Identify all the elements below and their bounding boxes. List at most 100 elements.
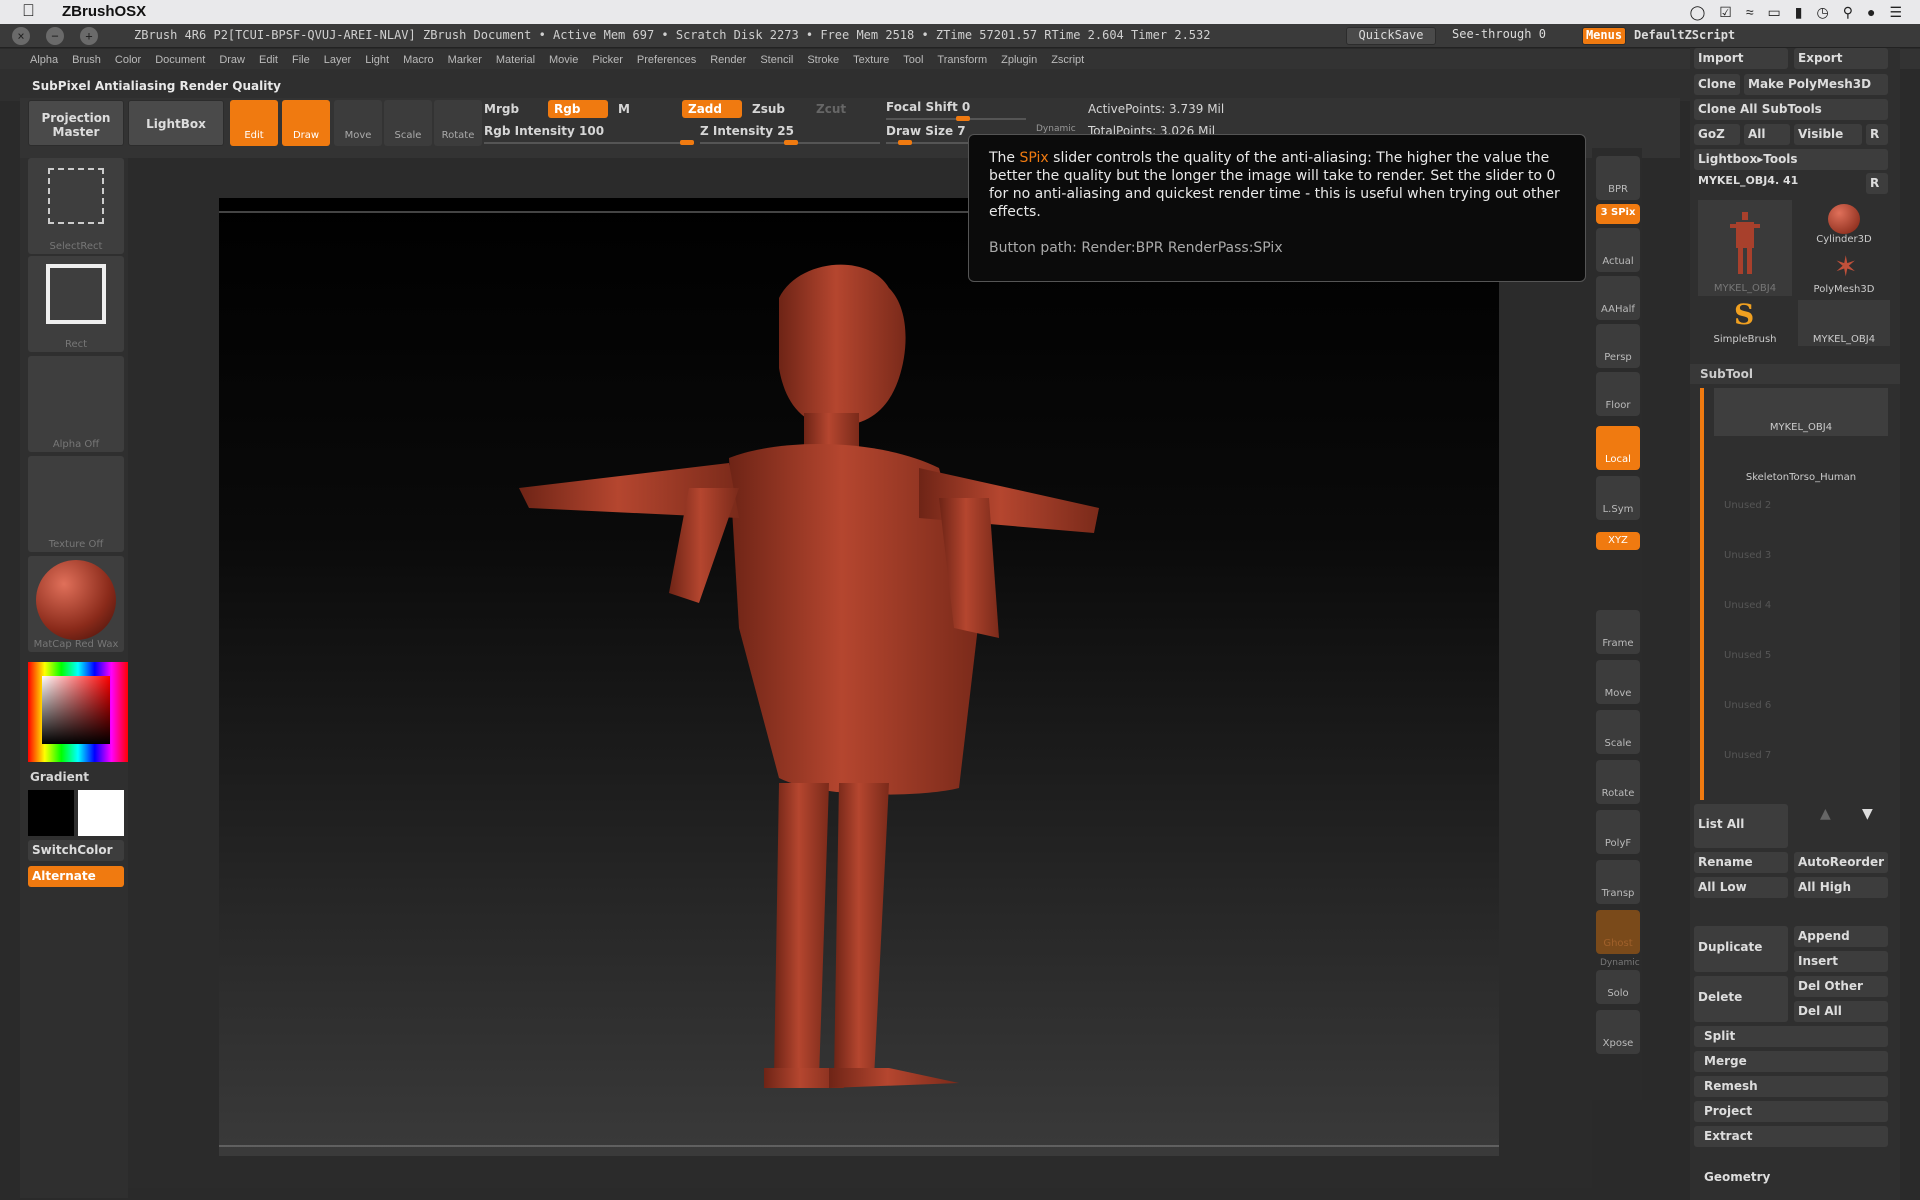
rgb-intensity-slider[interactable] xyxy=(484,140,694,145)
clone-all-subtools-button[interactable]: Clone All SubTools xyxy=(1694,99,1888,120)
append-button[interactable]: Append xyxy=(1794,926,1888,947)
list-icon[interactable]: ☰ xyxy=(1889,4,1902,21)
app-name[interactable]: ZBrushOSX xyxy=(62,3,146,20)
persp-button[interactable]: Persp xyxy=(1596,324,1640,368)
split-button[interactable]: Split xyxy=(1694,1026,1888,1047)
menu-file[interactable]: File xyxy=(292,54,310,66)
sculpted-character[interactable] xyxy=(219,198,1499,1156)
menu-zscript[interactable]: Zscript xyxy=(1051,54,1084,66)
arrow-up-icon[interactable]: ▲ xyxy=(1820,806,1831,822)
tool-thumb-cylinder[interactable]: Cylinder3D xyxy=(1798,200,1890,246)
insert-button[interactable]: Insert xyxy=(1794,951,1888,972)
menu-alpha[interactable]: Alpha xyxy=(30,54,58,66)
xpose-button[interactable]: Xpose xyxy=(1596,1010,1640,1054)
switch-color-button[interactable]: SwitchColor xyxy=(28,840,124,861)
m-button[interactable]: M xyxy=(618,102,630,116)
secondary-color-swatch[interactable] xyxy=(78,790,124,836)
merge-button[interactable]: Merge xyxy=(1694,1051,1888,1072)
subtool-scrollbar[interactable] xyxy=(1700,388,1704,800)
spix-slider[interactable]: 3 SPix xyxy=(1596,204,1640,224)
zadd-button[interactable]: Zadd xyxy=(682,100,742,118)
visible-button[interactable]: Visible xyxy=(1794,124,1862,145)
rect-stroke[interactable]: Rect xyxy=(28,256,124,352)
all-high-button[interactable]: All High xyxy=(1794,877,1888,898)
import-button[interactable]: Import xyxy=(1694,48,1788,69)
texture-slot[interactable]: Texture Off xyxy=(28,456,124,552)
subtool-item[interactable]: Unused 3 xyxy=(1714,550,1888,598)
siri-icon[interactable]: ● xyxy=(1867,4,1875,21)
rgb-button[interactable]: Rgb xyxy=(548,100,608,118)
edit-button[interactable]: Edit xyxy=(230,100,278,146)
tool-r-button[interactable]: R xyxy=(1866,173,1888,194)
scale-button[interactable]: Scale xyxy=(384,100,432,146)
bpr-button[interactable]: BPR xyxy=(1596,156,1640,200)
menu-macro[interactable]: Macro xyxy=(403,54,434,66)
subtool-header[interactable]: SubTool xyxy=(1690,364,1900,384)
apple-icon[interactable]:  xyxy=(22,1,35,21)
solo-button[interactable]: Solo xyxy=(1596,970,1640,1004)
projection-master-button[interactable]: Projection Master xyxy=(28,100,124,146)
xyz-button[interactable]: XYZ xyxy=(1596,532,1640,550)
slider-knob[interactable] xyxy=(784,140,798,145)
tool-thumb-polymesh[interactable]: ✶ PolyMesh3D xyxy=(1798,250,1890,296)
goz-button[interactable]: GoZ xyxy=(1694,124,1740,145)
menu-movie[interactable]: Movie xyxy=(549,54,578,66)
color-square[interactable] xyxy=(42,676,110,744)
menu-layer[interactable]: Layer xyxy=(324,54,352,66)
menu-material[interactable]: Material xyxy=(496,54,535,66)
menu-color[interactable]: Color xyxy=(115,54,141,66)
menu-stencil[interactable]: Stencil xyxy=(760,54,793,66)
color-picker[interactable] xyxy=(28,662,128,762)
zcut-button[interactable]: Zcut xyxy=(816,102,846,116)
duplicate-button[interactable]: Duplicate xyxy=(1694,926,1788,972)
close-icon[interactable]: × xyxy=(12,27,30,45)
all-low-button[interactable]: All Low xyxy=(1694,877,1788,898)
rotate-view-button[interactable]: Rotate xyxy=(1596,760,1640,804)
select-rect-brush[interactable]: SelectRect xyxy=(28,158,124,254)
creative-cloud-icon[interactable]: ◯ xyxy=(1690,4,1706,21)
document-canvas[interactable] xyxy=(219,198,1499,1156)
actual-button[interactable]: Actual xyxy=(1596,228,1640,272)
transp-button[interactable]: Transp xyxy=(1596,860,1640,904)
lightbox-tools-button[interactable]: Lightbox▸Tools xyxy=(1694,149,1888,170)
geometry-header[interactable]: Geometry xyxy=(1704,1170,1770,1184)
slider-knob[interactable] xyxy=(898,140,912,145)
clock-icon[interactable]: ◷ xyxy=(1816,4,1828,21)
material-slot[interactable]: MatCap Red Wax xyxy=(28,556,124,652)
arrow-down-icon[interactable]: ▼ xyxy=(1862,806,1873,822)
menu-render[interactable]: Render xyxy=(710,54,746,66)
del-all-button[interactable]: Del All xyxy=(1794,1001,1888,1022)
clone-button[interactable]: Clone xyxy=(1694,74,1740,95)
menu-texture[interactable]: Texture xyxy=(853,54,889,66)
subtool-item[interactable]: Unused 5 xyxy=(1714,650,1888,698)
subtool-item[interactable]: SkeletonTorso_Human xyxy=(1714,438,1888,486)
project-button[interactable]: Project xyxy=(1694,1101,1888,1122)
menus-button[interactable]: Menus xyxy=(1582,27,1626,45)
airplay-icon[interactable]: ▭ xyxy=(1768,4,1781,21)
list-all-button[interactable]: List All xyxy=(1694,804,1788,848)
dynamic-toggle[interactable]: Dynamic xyxy=(1036,124,1076,134)
battery-icon[interactable]: ▮ xyxy=(1795,4,1803,21)
wifi-icon[interactable]: ≈ xyxy=(1746,4,1754,21)
extract-button[interactable]: Extract xyxy=(1694,1126,1888,1147)
r-button[interactable]: R xyxy=(1866,124,1888,145)
lsym-button[interactable]: L.Sym xyxy=(1596,476,1640,520)
rename-button[interactable]: Rename xyxy=(1694,852,1788,873)
tool-thumb-simplebrush[interactable]: S SimpleBrush xyxy=(1698,298,1792,346)
search-icon[interactable]: ⚲ xyxy=(1843,4,1853,21)
del-other-button[interactable]: Del Other xyxy=(1794,976,1888,997)
menu-preferences[interactable]: Preferences xyxy=(637,54,696,66)
rotate-button[interactable]: Rotate xyxy=(434,100,482,146)
delete-button[interactable]: Delete xyxy=(1694,976,1788,1022)
all-button[interactable]: All xyxy=(1744,124,1790,145)
alpha-slot[interactable]: Alpha Off xyxy=(28,356,124,452)
default-zscript-button[interactable]: DefaultZScript xyxy=(1634,28,1735,42)
zsub-button[interactable]: Zsub xyxy=(752,102,785,116)
move-view-button[interactable]: Move xyxy=(1596,660,1640,704)
menu-light[interactable]: Light xyxy=(365,54,389,66)
tool-thumb-mykel-2[interactable]: MYKEL_OBJ4 xyxy=(1798,300,1890,346)
menu-tool[interactable]: Tool xyxy=(903,54,923,66)
z-intensity-slider[interactable] xyxy=(700,140,880,145)
lightbox-button[interactable]: LightBox xyxy=(128,100,224,146)
menu-marker[interactable]: Marker xyxy=(448,54,482,66)
